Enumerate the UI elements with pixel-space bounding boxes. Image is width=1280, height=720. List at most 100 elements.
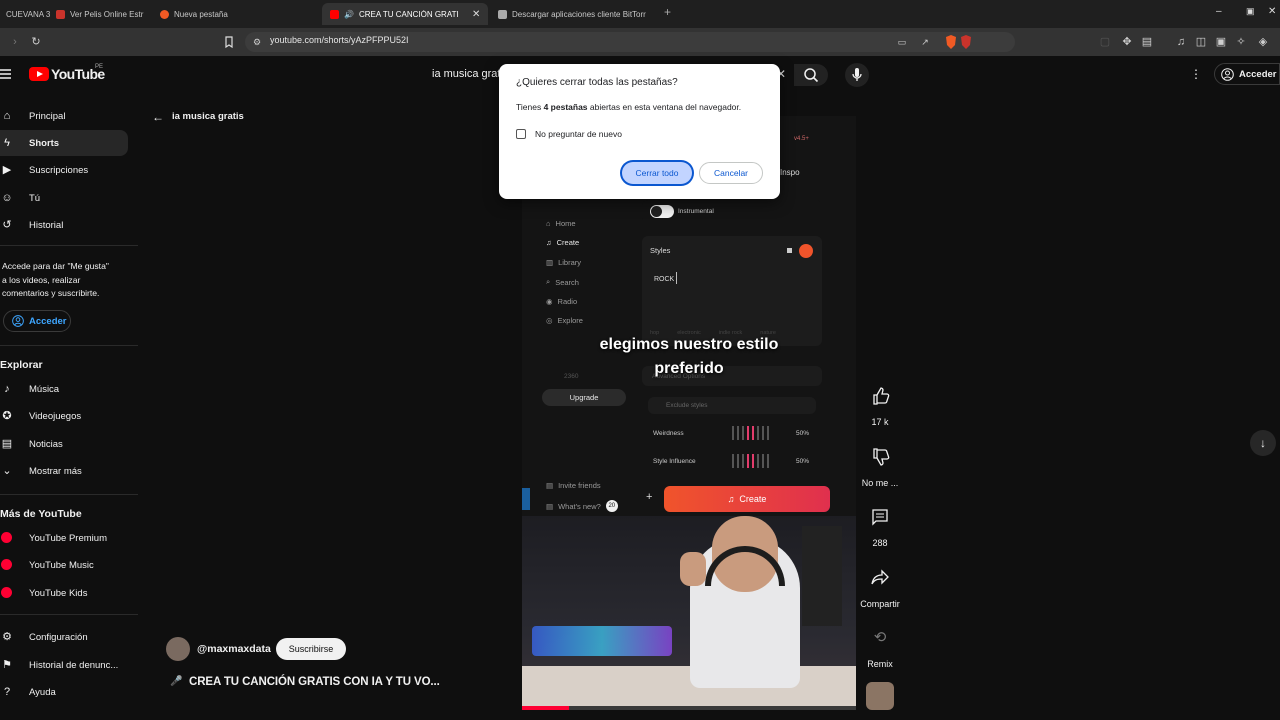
divider xyxy=(0,494,138,495)
video-title[interactable]: CREA TU CANCIÓN GRATIS CON IA Y TU VO... xyxy=(189,676,440,688)
vpn-icon[interactable]: ◈ xyxy=(1256,35,1270,49)
voice-search-button[interactable] xyxy=(845,63,869,87)
thumbs-up-icon[interactable] xyxy=(862,378,898,414)
you-icon: ☺ xyxy=(1,192,13,204)
thumbs-down-icon[interactable] xyxy=(862,439,898,475)
account-icon xyxy=(12,315,24,327)
app-nav-create: ♫ Create xyxy=(546,238,580,247)
channel-handle[interactable]: @maxmaxdata xyxy=(197,643,271,655)
dialog-message: Tienes 4 pestañas abiertas en esta venta… xyxy=(516,102,741,112)
dialog-tab-count: 4 pestañas xyxy=(543,102,588,112)
site-info-icon[interactable]: ⚙ xyxy=(250,35,264,49)
instrumental-toggle xyxy=(650,205,674,218)
close-tab-icon[interactable]: ✕ xyxy=(472,9,480,20)
app-nav-label: Invite friends xyxy=(558,481,601,490)
audio-source-thumbnail[interactable] xyxy=(866,682,894,710)
sidebar-item-label: Historial xyxy=(29,219,64,231)
tab-ver-pelis[interactable]: Ver Pelis Online Estr xyxy=(56,3,146,25)
avatar[interactable] xyxy=(166,637,190,661)
like-action[interactable]: 17 k xyxy=(862,378,898,427)
tab-bittorrent[interactable]: Descargar aplicaciones cliente BitTorr xyxy=(498,3,648,25)
extensions-icon[interactable]: ✥ xyxy=(1120,35,1134,49)
subscribe-button[interactable]: Suscribirse xyxy=(276,638,346,660)
short-video-player[interactable]: ⌂ Home ♫ Create ▥ Library ⌕ Search ◉ Radio ◎ E… xyxy=(522,116,856,710)
sidebar-item-suscripciones[interactable]: ▶ Suscripciones xyxy=(0,157,128,183)
sidebar-signin-button[interactable]: Acceder xyxy=(3,310,71,332)
sidebar-item-youtube-kids[interactable]: YouTube Kids xyxy=(0,580,128,606)
browser-toolbar xyxy=(0,28,1280,56)
dont-ask-label[interactable]: No preguntar de nuevo xyxy=(535,129,622,139)
brave-shields-icon[interactable] xyxy=(943,34,973,49)
next-short-button[interactable]: ↓ xyxy=(1250,430,1276,456)
wallet-icon[interactable]: ▣ xyxy=(1214,35,1228,49)
share-page-icon[interactable]: ↗ xyxy=(918,35,932,49)
dont-ask-checkbox[interactable] xyxy=(516,129,526,139)
url-text[interactable]: youtube.com/shorts/yAzPFPPU52I xyxy=(270,35,409,45)
sidebar-item-musica[interactable]: ♪ Música xyxy=(0,376,128,402)
desk xyxy=(522,666,856,710)
sidebar-item-tu[interactable]: ☺ Tú xyxy=(0,185,128,211)
menu-icon[interactable] xyxy=(0,67,12,81)
share-icon[interactable] xyxy=(862,560,898,596)
sidebar-item-configuracion[interactable]: ⚙ Configuración xyxy=(0,624,128,650)
signin-button[interactable]: Acceder xyxy=(1214,63,1280,85)
app-nav-search: ⌕ Search xyxy=(546,277,579,287)
tab-cuevana[interactable]: CUEVANA 3 xyxy=(6,3,54,25)
gear-icon: ⚙ xyxy=(2,631,12,643)
sidebar-item-videojuegos[interactable]: ✪ Videojuegos xyxy=(0,403,128,429)
cancel-button[interactable]: Cancelar xyxy=(699,162,763,184)
comment-count: 288 xyxy=(872,538,888,548)
progress-bar[interactable] xyxy=(522,706,856,710)
sidebar-toggle-icon[interactable]: ▢ xyxy=(1098,35,1112,49)
presenter-hand xyxy=(680,552,706,586)
close-all-button[interactable]: Cerrar todo xyxy=(622,162,692,184)
minimize-icon[interactable]: – xyxy=(1216,6,1222,17)
remix-icon[interactable]: ⟲ xyxy=(862,620,898,656)
remix-action[interactable]: ⟲ Remix xyxy=(862,620,898,669)
sidebar-item-mostrar-mas[interactable]: ⌄ Mostrar más xyxy=(0,458,128,484)
styles-square-icon xyxy=(787,248,792,253)
dislike-action[interactable]: No me ... xyxy=(860,439,900,488)
instrumental-label: Instrumental xyxy=(678,208,714,215)
weirdness-label: Weirdness xyxy=(653,430,684,437)
panel-icon[interactable]: ◫ xyxy=(1194,35,1208,49)
new-tab-icon[interactable]: + xyxy=(664,5,671,19)
sidebar-item-ayuda[interactable]: ? Ayuda xyxy=(0,679,128,705)
sidebar-item-label: YouTube Music xyxy=(29,559,94,571)
close-tabs-dialog: ¿Quieres cerrar todas las pestañas? Tien… xyxy=(499,64,780,199)
bookmark-icon[interactable] xyxy=(222,35,236,49)
media-icon[interactable]: ♫ xyxy=(1174,35,1188,49)
sidebar-item-principal[interactable]: ⌂ Principal xyxy=(0,103,128,129)
flag-icon: ⚑ xyxy=(2,659,12,671)
forward-icon[interactable]: › xyxy=(8,35,22,49)
window-close-icon[interactable]: ✕ xyxy=(1268,6,1276,17)
maximize-icon[interactable]: ▣ xyxy=(1246,6,1255,17)
back-arrow-icon[interactable]: ← xyxy=(152,110,164,124)
reload-icon[interactable]: ↻ xyxy=(29,35,43,49)
sidebar-item-youtube-premium[interactable]: YouTube Premium xyxy=(0,525,128,551)
sidebar-item-noticias[interactable]: ▤ Noticias xyxy=(0,431,128,457)
more-options-icon[interactable]: ⋮ xyxy=(1190,67,1202,81)
sidebar-item-shorts[interactable]: ϟ Shorts xyxy=(0,130,128,156)
search-query-label[interactable]: ia musica gratis xyxy=(172,111,244,122)
youtube-premium-icon xyxy=(1,532,12,543)
search-button[interactable] xyxy=(794,64,828,86)
leo-icon[interactable]: ✧ xyxy=(1234,35,1248,49)
tab-nueva-pestana[interactable]: Nueva pestaña xyxy=(160,3,280,25)
music-icon: ♪ xyxy=(4,383,10,395)
reading-list-icon[interactable]: ▤ xyxy=(1140,35,1154,49)
sidebar-item-youtube-music[interactable]: YouTube Music xyxy=(0,552,128,578)
subscriptions-icon: ▶ xyxy=(2,164,12,176)
tab-crea-tu-cancion[interactable]: 🔊 CREA TU CANCIÓN GRATI ✕ xyxy=(322,3,488,25)
sidebar-item-historial[interactable]: ↺ Historial xyxy=(0,212,128,238)
audio-playing-icon[interactable]: 🔊 xyxy=(344,10,354,19)
sidebar-item-historial-denuncias[interactable]: ⚑ Historial de denunc... xyxy=(0,652,128,678)
comment-icon[interactable] xyxy=(862,499,898,535)
cast-icon[interactable]: ▭ xyxy=(895,35,909,49)
search-input[interactable]: ia musica grati xyxy=(432,68,503,80)
app-nav-label: What's new? xyxy=(558,501,601,511)
share-action[interactable]: Compartir xyxy=(856,560,904,609)
presenter-scene xyxy=(522,516,856,710)
comments-action[interactable]: 288 xyxy=(862,499,898,548)
sidebar-item-label: YouTube Premium xyxy=(29,532,107,544)
